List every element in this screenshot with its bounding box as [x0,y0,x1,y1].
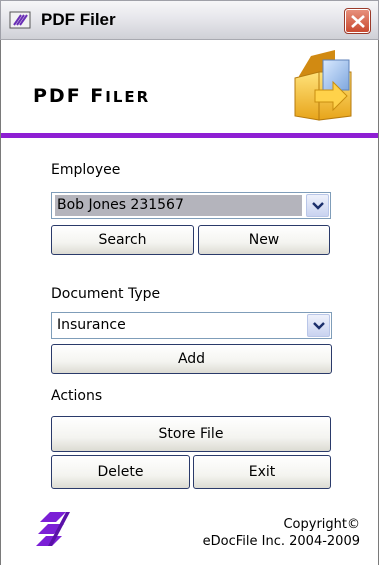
employee-select[interactable]: Bob Jones 231567 [51,192,331,219]
pdf-filer-window: PDF Filer PDF FILER Employee Bob Jones 2… [0,0,379,565]
employee-dropdown-button[interactable] [306,194,329,217]
store-file-button[interactable]: Store File [51,416,331,452]
app-title: PDF FILER [33,85,150,107]
app-title-part2: ILER [105,88,151,106]
employee-label: Employee [51,162,121,178]
search-button[interactable]: Search [51,225,194,255]
copyright-text: Copyright© eDocFile Inc. 2004-2009 [160,516,360,550]
window-title: PDF Filer [41,10,116,29]
document-transfer-icon [289,46,359,124]
add-button[interactable]: Add [51,344,332,374]
app-title-part1: PDF F [33,85,106,107]
edocfile-logo-icon [36,508,92,550]
delete-button[interactable]: Delete [51,455,190,489]
document-type-dropdown-button[interactable] [307,314,330,337]
copyright-line-1: Copyright© [283,517,360,532]
copyright-line-2: eDocFile Inc. 2004-2009 [202,534,360,549]
document-type-selected-value: Insurance [57,317,126,333]
new-button[interactable]: New [198,225,330,255]
employee-selected-value: Bob Jones 231567 [55,195,302,216]
close-button[interactable] [344,8,371,34]
pdf-filer-app-icon [9,11,31,29]
actions-label: Actions [51,388,103,404]
document-type-select[interactable]: Insurance [51,312,332,339]
header-divider [1,133,378,138]
document-type-label: Document Type [51,286,161,302]
title-bar[interactable]: PDF Filer [0,0,379,40]
exit-button[interactable]: Exit [193,455,331,489]
